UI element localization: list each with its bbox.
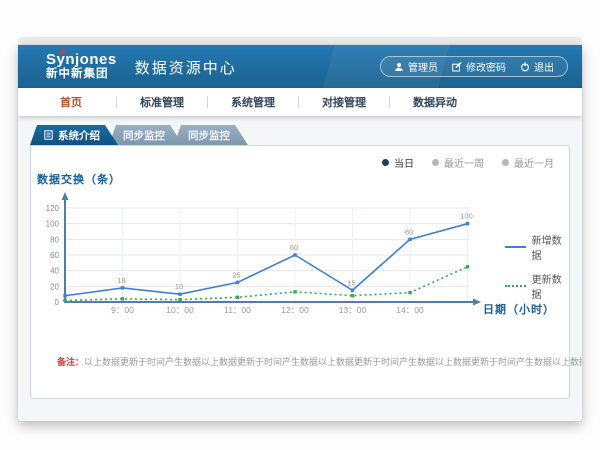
svg-text:80: 80 bbox=[50, 235, 59, 244]
svg-text:25: 25 bbox=[232, 270, 240, 279]
svg-text:20: 20 bbox=[50, 282, 59, 291]
tab-system-introduction[interactable]: 系统介绍 bbox=[30, 125, 118, 145]
edit-icon bbox=[452, 62, 462, 72]
nav-divider bbox=[207, 96, 208, 108]
app-window: Synjones 新中新集团 数据资源中心 管理员 修改密码 bbox=[18, 45, 582, 421]
radio-dot-icon bbox=[382, 159, 389, 166]
x-axis-title: 日期（小时） bbox=[483, 301, 555, 317]
logo-brand-text: Synjones bbox=[46, 52, 117, 69]
app-header: Synjones 新中新集团 数据资源中心 管理员 修改密码 bbox=[18, 45, 582, 88]
main-nav: 首页 标准管理 系统管理 对接管理 数据异动 bbox=[18, 88, 582, 116]
logout-button[interactable]: 退出 bbox=[520, 59, 554, 74]
svg-text:60: 60 bbox=[290, 243, 298, 252]
legend-label: 新增数据 bbox=[532, 232, 569, 262]
dotted-line-swatch-icon bbox=[505, 285, 526, 287]
tab-label: 系统介绍 bbox=[58, 128, 100, 143]
user-name-label: 管理员 bbox=[408, 59, 438, 74]
tab-sync-monitor-1[interactable]: 同步监控 bbox=[109, 125, 183, 145]
nav-item-connection-management[interactable]: 对接管理 bbox=[311, 94, 377, 110]
chart-legend: 新增数据 更新数据 bbox=[505, 232, 569, 301]
filter-label: 最近一月 bbox=[514, 155, 554, 170]
nav-item-standard-management[interactable]: 标准管理 bbox=[129, 94, 195, 110]
svg-text:9：00: 9：00 bbox=[111, 305, 134, 315]
svg-text:100: 100 bbox=[460, 212, 473, 221]
filter-last-month[interactable]: 最近一月 bbox=[502, 155, 554, 170]
svg-text:15: 15 bbox=[347, 278, 355, 287]
nav-item-home[interactable]: 首页 bbox=[38, 94, 104, 110]
user-icon bbox=[394, 62, 404, 72]
nav-divider bbox=[298, 96, 299, 108]
logo-company-name: 新中新集团 bbox=[46, 68, 117, 81]
change-password-button[interactable]: 修改密码 bbox=[452, 59, 506, 74]
svg-text:0: 0 bbox=[55, 298, 60, 307]
chart-panel: 当日 最近一周 最近一月 数据交换（条） 0 20 40 60 80 100 120 9：00… bbox=[30, 145, 570, 399]
content-area: 系统介绍 同步监控 同步监控 当日 最近一周 bbox=[18, 116, 582, 421]
tab-bar: 系统介绍 同步监控 同步监控 bbox=[30, 125, 248, 145]
tab-label: 同步监控 bbox=[123, 128, 165, 143]
line-chart: 0 20 40 60 80 100 120 9：00 10：00 11：00 12：00 13：00 1… bbox=[33, 190, 513, 325]
svg-text:11：00: 11：00 bbox=[224, 305, 251, 315]
radio-dot-icon bbox=[432, 159, 439, 166]
footnote: 备注：以上数据更新于时间产生数据以上数据更新于时间产生数据以上数据更新于时间产生… bbox=[57, 355, 557, 368]
legend-item-updated-data: 更新数据 bbox=[505, 271, 569, 301]
footnote-label: 备注： bbox=[57, 357, 84, 367]
time-range-filters: 当日 最近一周 最近一月 bbox=[382, 155, 554, 170]
power-icon bbox=[520, 62, 530, 72]
filter-label: 当日 bbox=[394, 155, 414, 170]
user-toolbar: 管理员 修改密码 退出 bbox=[380, 56, 568, 77]
filter-today[interactable]: 当日 bbox=[382, 155, 414, 170]
svg-text:12：00: 12：00 bbox=[281, 305, 309, 315]
current-user[interactable]: 管理员 bbox=[394, 59, 438, 74]
document-icon bbox=[44, 130, 53, 140]
tab-label: 同步监控 bbox=[188, 128, 230, 143]
svg-text:80: 80 bbox=[405, 227, 413, 236]
tab-sync-monitor-2[interactable]: 同步监控 bbox=[174, 125, 248, 145]
footnote-text: 以上数据更新于时间产生数据以上数据更新于时间产生数据以上数据更新于时间产生数据以… bbox=[84, 357, 582, 367]
filter-label: 最近一周 bbox=[444, 155, 484, 170]
filter-last-week[interactable]: 最近一周 bbox=[432, 155, 484, 170]
nav-divider bbox=[116, 96, 117, 108]
y-axis-title: 数据交换（条） bbox=[37, 171, 121, 187]
change-password-label: 修改密码 bbox=[466, 59, 506, 74]
radio-dot-icon bbox=[502, 159, 509, 166]
svg-text:10：00: 10：00 bbox=[166, 305, 194, 315]
svg-text:10: 10 bbox=[175, 282, 183, 291]
nav-item-system-management[interactable]: 系统管理 bbox=[220, 94, 286, 110]
legend-label: 更新数据 bbox=[532, 271, 569, 301]
svg-text:100: 100 bbox=[46, 220, 60, 229]
legend-item-new-data: 新增数据 bbox=[505, 232, 569, 262]
svg-text:40: 40 bbox=[50, 267, 59, 276]
nav-divider bbox=[389, 96, 390, 108]
nav-item-data-change[interactable]: 数据异动 bbox=[402, 94, 468, 110]
svg-text:13：00: 13：00 bbox=[339, 305, 367, 315]
company-logo: Synjones 新中新集团 bbox=[46, 52, 117, 81]
svg-text:60: 60 bbox=[50, 251, 59, 260]
svg-text:120: 120 bbox=[46, 204, 60, 213]
svg-text:18: 18 bbox=[117, 276, 125, 285]
page-title: 数据资源中心 bbox=[135, 57, 237, 78]
logout-label: 退出 bbox=[534, 59, 554, 74]
svg-text:14：00: 14：00 bbox=[396, 305, 424, 315]
solid-line-swatch-icon bbox=[505, 246, 526, 248]
